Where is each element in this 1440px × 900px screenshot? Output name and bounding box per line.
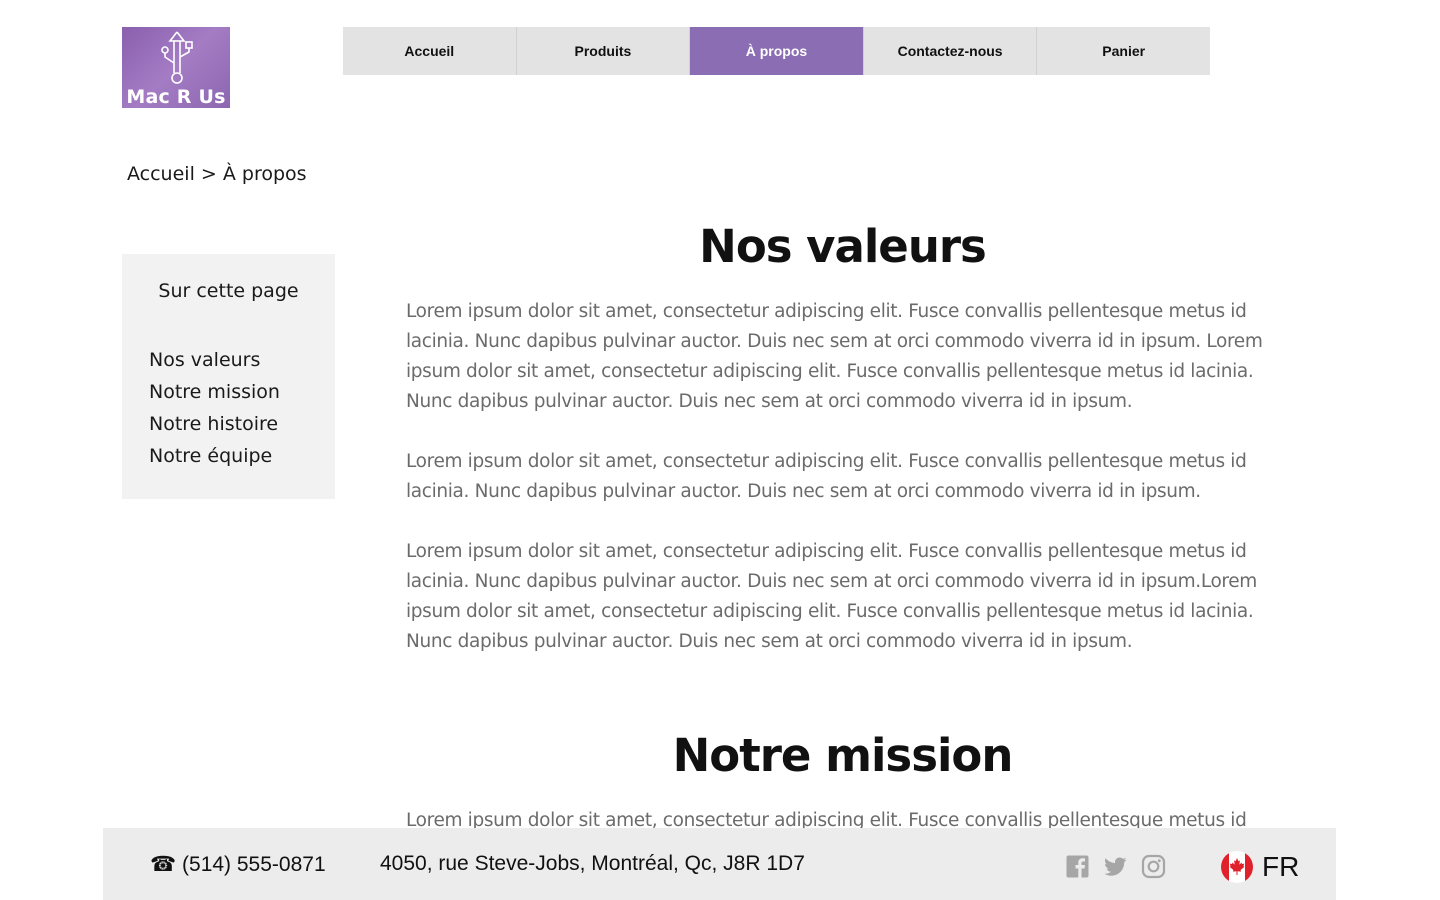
toc-item-notre-mission[interactable]: Notre mission	[149, 376, 280, 408]
section-paragraph: Lorem ipsum dolor sit amet, consectetur …	[406, 451, 1247, 502]
language-label: FR	[1262, 851, 1300, 882]
sidebar-title: Sur cette page	[158, 280, 299, 302]
nav-item-contactez-nous[interactable]: Contactez-nous	[864, 27, 1038, 75]
nav-item-a-propos[interactable]: À propos	[690, 27, 864, 75]
toc-item-notre-equipe[interactable]: Notre équipe	[149, 440, 280, 472]
nav-item-panier[interactable]: Panier	[1037, 27, 1210, 75]
footer: ☎ (514) 555-0871 4050, rue Steve-Jobs, M…	[103, 828, 1336, 900]
breadcrumb-current: À propos	[222, 163, 307, 185]
phone-number: (514) 555-0871	[182, 853, 326, 876]
toc-item-nos-valeurs[interactable]: Nos valeurs	[149, 344, 280, 376]
twitter-icon[interactable]	[1103, 854, 1128, 879]
section-notre-mission: Notre mission Lorem ipsum dolor sit amet…	[406, 724, 1291, 836]
nav-item-produits[interactable]: Produits	[517, 27, 691, 75]
toc-list: Nos valeurs Notre mission Notre histoire…	[149, 344, 280, 472]
breadcrumb-separator: >	[200, 163, 217, 185]
language-selector[interactable]: FR	[1221, 851, 1299, 883]
page-toc-sidebar: Sur cette page Nos valeurs Notre mission…	[122, 254, 335, 499]
footer-address: 4050, rue Steve-Jobs, Montréal, Qc, J8R …	[380, 852, 805, 875]
section-nos-valeurs: Nos valeurs Lorem ipsum dolor sit amet, …	[406, 215, 1291, 657]
footer-phone[interactable]: ☎ (514) 555-0871	[150, 852, 326, 877]
breadcrumb: Accueil > À propos	[127, 163, 307, 185]
section-title: Nos valeurs	[699, 220, 987, 273]
section-paragraph: Lorem ipsum dolor sit amet, consectetur …	[406, 301, 1263, 412]
logo[interactable]: Mac R Us	[122, 27, 230, 108]
toc-item-notre-histoire[interactable]: Notre histoire	[149, 408, 280, 440]
phone-icon: ☎	[150, 853, 177, 876]
section-title: Notre mission	[672, 729, 1014, 782]
section-paragraph: Lorem ipsum dolor sit amet, consectetur …	[406, 541, 1257, 652]
main-content: Nos valeurs Lorem ipsum dolor sit amet, …	[406, 215, 1291, 836]
nav-item-accueil[interactable]: Accueil	[343, 27, 517, 75]
breadcrumb-home-link[interactable]: Accueil	[127, 163, 195, 185]
social-links	[1065, 854, 1166, 879]
instagram-icon[interactable]	[1141, 854, 1166, 879]
logo-text: Mac R Us	[126, 86, 226, 108]
canada-flag-icon	[1221, 851, 1253, 883]
facebook-icon[interactable]	[1065, 854, 1090, 879]
main-nav: Accueil Produits À propos Contactez-nous…	[343, 27, 1210, 75]
